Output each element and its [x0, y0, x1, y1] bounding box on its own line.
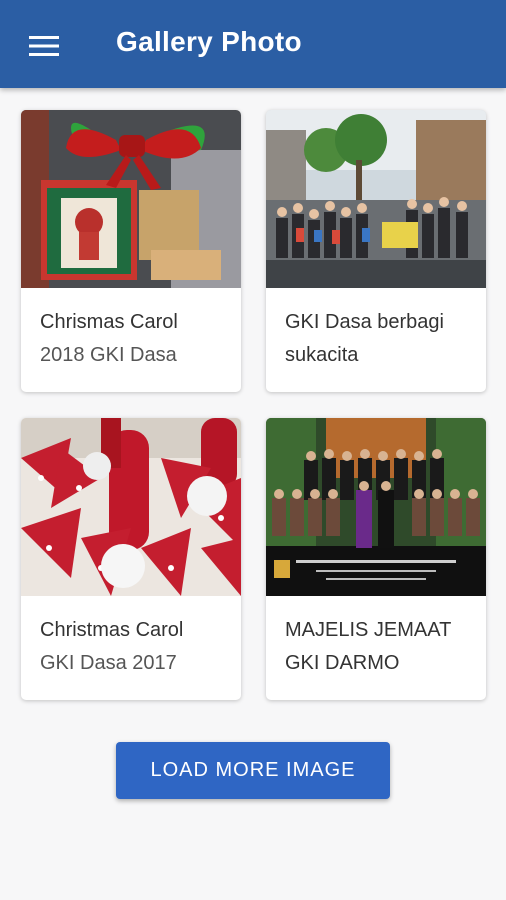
outdoor-group-photo	[266, 110, 486, 288]
card-caption: MAJELIS JEMAAT GKI DARMO	[285, 619, 452, 674]
menu-button[interactable]	[20, 22, 68, 70]
load-more-button[interactable]: LOAD MORE IMAGE	[116, 742, 390, 799]
gallery-card[interactable]: GKI Dasa berbagi sukacita	[266, 110, 486, 392]
red-candles-ribbons-photo	[21, 418, 241, 596]
christmas-gift-ribbon-photo	[21, 110, 241, 288]
hamburger-menu-icon	[29, 36, 59, 56]
app-bar: Gallery Photo	[0, 0, 506, 88]
card-caption: Christmas Carol GKI Dasa 2017	[40, 619, 184, 674]
gallery-card[interactable]: Chrismas Carol 2018 GKI Dasa	[21, 110, 241, 392]
card-caption: GKI Dasa berbagi sukacita	[285, 311, 444, 366]
gallery-card[interactable]: MAJELIS JEMAAT GKI DARMO	[266, 418, 486, 700]
church-council-group-photo	[266, 418, 486, 596]
card-caption: Chrismas Carol 2018 GKI Dasa	[40, 311, 178, 366]
gallery-card[interactable]: Christmas Carol GKI Dasa 2017	[21, 418, 241, 700]
page-title: Gallery Photo	[116, 26, 302, 57]
